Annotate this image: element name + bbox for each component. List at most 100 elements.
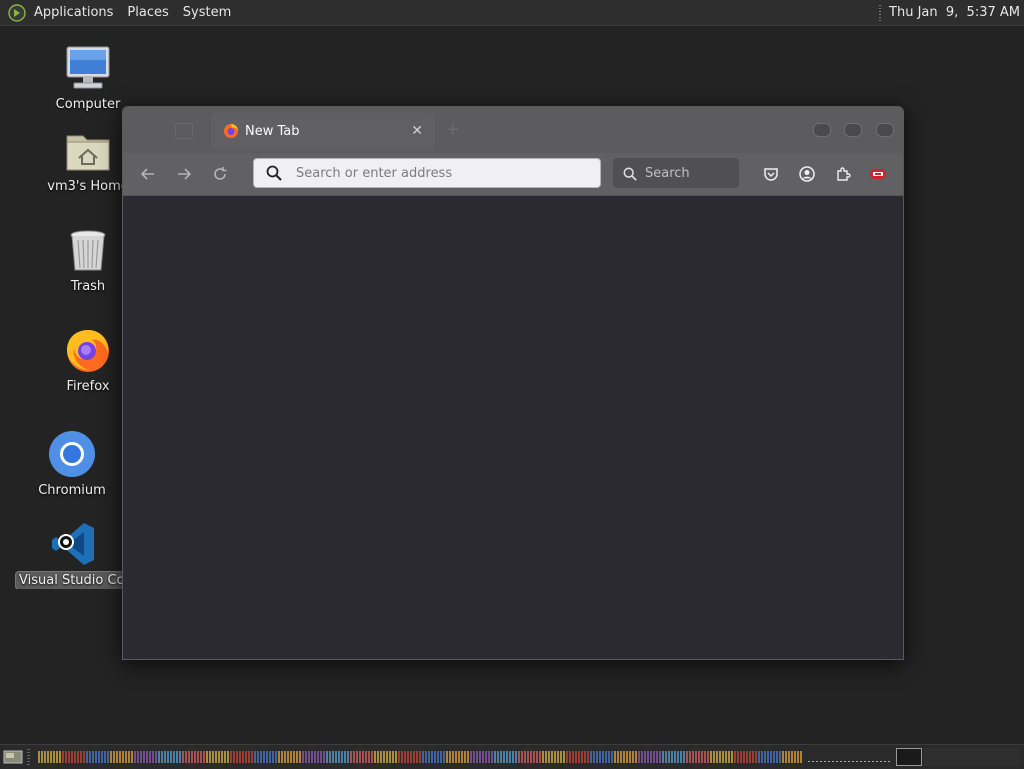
menu-applications[interactable]: Applications xyxy=(32,5,121,20)
window-list-stripe xyxy=(791,751,793,763)
window-list-dot xyxy=(852,761,854,762)
window-list-stripe xyxy=(503,751,505,763)
minimize-icon[interactable] xyxy=(813,123,831,137)
desktop-icon-chromium[interactable]: Chromium xyxy=(17,430,127,499)
window-list-stripe xyxy=(128,751,130,763)
desktop-icon-vscode[interactable]: Visual Studio Code xyxy=(0,520,122,589)
workspace-switcher[interactable] xyxy=(896,748,922,766)
window-list-stripe xyxy=(587,751,589,763)
extensions-icon[interactable] xyxy=(833,164,853,184)
menu-system[interactable]: System xyxy=(177,5,239,20)
window-list-stripe xyxy=(332,751,334,763)
forward-icon[interactable] xyxy=(172,162,196,186)
tab-new-tab[interactable]: New Tab ✕ xyxy=(211,113,435,149)
window-list-stripe xyxy=(98,751,100,763)
search-bar[interactable] xyxy=(613,158,739,188)
new-tab-icon[interactable]: + xyxy=(445,119,460,140)
window-list-stripe xyxy=(599,751,601,763)
window-list-stripe xyxy=(443,751,445,763)
window-list-stripe xyxy=(758,751,760,763)
window-list-stripe xyxy=(482,751,484,763)
window-list-stripe xyxy=(158,751,160,763)
window-list-dot xyxy=(844,761,846,762)
window-list-stripe xyxy=(131,751,133,763)
window-list-stripe xyxy=(281,751,283,763)
menu-places[interactable]: Places xyxy=(121,5,176,20)
window-list-stripe xyxy=(329,751,331,763)
bottom-panel xyxy=(0,744,1024,769)
search-input[interactable] xyxy=(645,165,739,181)
window-list-stripe xyxy=(62,751,64,763)
page-content[interactable] xyxy=(123,196,903,659)
window-list-stripe xyxy=(53,751,55,763)
window-list-stripe xyxy=(623,751,625,763)
window-list-stripe xyxy=(251,751,253,763)
window-list-stripe xyxy=(542,751,544,763)
window-list-stripe xyxy=(245,751,247,763)
window-list-stripe xyxy=(149,751,151,763)
window-list-stripe xyxy=(524,751,526,763)
window-list-stripe xyxy=(356,751,358,763)
window-list-stripe xyxy=(326,751,328,763)
window-list-stripe xyxy=(146,751,148,763)
window-list-stripe xyxy=(389,751,391,763)
window-list-stripe xyxy=(707,751,709,763)
firefox-window[interactable]: New Tab ✕ + xyxy=(122,106,904,660)
back-icon[interactable] xyxy=(136,162,160,186)
window-list-stripe xyxy=(410,751,412,763)
window-list-stripe xyxy=(305,751,307,763)
window-list-stripe xyxy=(44,751,46,763)
window-list-stripe xyxy=(119,751,121,763)
reload-icon[interactable] xyxy=(208,162,232,186)
window-list-stripe xyxy=(209,751,211,763)
window-list-stripe xyxy=(620,751,622,763)
url-bar[interactable] xyxy=(253,158,601,188)
window-list-stripe xyxy=(608,751,610,763)
window-list-stripe xyxy=(725,751,727,763)
pocket-icon[interactable] xyxy=(761,164,781,184)
window-list-stripe xyxy=(203,751,205,763)
close-window-icon[interactable] xyxy=(876,123,894,137)
window-list-dot xyxy=(856,761,858,762)
window-list-stripe xyxy=(206,751,208,763)
window-list-stripe xyxy=(107,751,109,763)
window-list-strip[interactable] xyxy=(38,749,893,765)
window-list-stripe xyxy=(458,751,460,763)
maximize-icon[interactable] xyxy=(844,123,862,137)
window-list-stripe xyxy=(617,751,619,763)
close-tab-icon[interactable]: ✕ xyxy=(411,123,423,139)
account-icon[interactable] xyxy=(797,164,817,184)
window-list-stripe xyxy=(635,751,637,763)
window-list-stripe xyxy=(476,751,478,763)
window-list-stripe xyxy=(122,751,124,763)
window-list-stripe xyxy=(401,751,403,763)
clock[interactable]: Thu Jan 9, 5:37 AM xyxy=(879,0,1020,25)
window-list-stripe xyxy=(269,751,271,763)
window-list-stripe xyxy=(293,751,295,763)
window-list-stripe xyxy=(461,751,463,763)
window-list-stripe xyxy=(662,751,664,763)
window-list-stripe xyxy=(239,751,241,763)
window-list-stripe xyxy=(560,751,562,763)
window-list-dot xyxy=(808,761,810,762)
window-list-stripe xyxy=(719,751,721,763)
desktop-icon-computer[interactable]: Computer xyxy=(33,44,143,113)
url-input[interactable] xyxy=(296,165,600,181)
window-list-stripe xyxy=(665,751,667,763)
window-list-stripe xyxy=(191,751,193,763)
desktop-icon-label: vm3's Home xyxy=(47,179,129,194)
window-list-stripe xyxy=(335,751,337,763)
panel-handle[interactable] xyxy=(27,749,30,765)
window-list-stripe xyxy=(116,751,118,763)
window-list-stripe xyxy=(422,751,424,763)
window-list-stripe xyxy=(434,751,436,763)
window-list-stripe xyxy=(167,751,169,763)
window-list-stripe xyxy=(308,751,310,763)
tab-list-icon[interactable] xyxy=(175,123,193,139)
addon-icon[interactable] xyxy=(868,164,888,184)
show-desktop-icon[interactable] xyxy=(3,749,23,765)
window-list-stripe xyxy=(407,751,409,763)
window-list-stripe xyxy=(56,751,58,763)
mate-logo-icon[interactable] xyxy=(8,3,26,22)
window-list-stripe xyxy=(773,751,775,763)
